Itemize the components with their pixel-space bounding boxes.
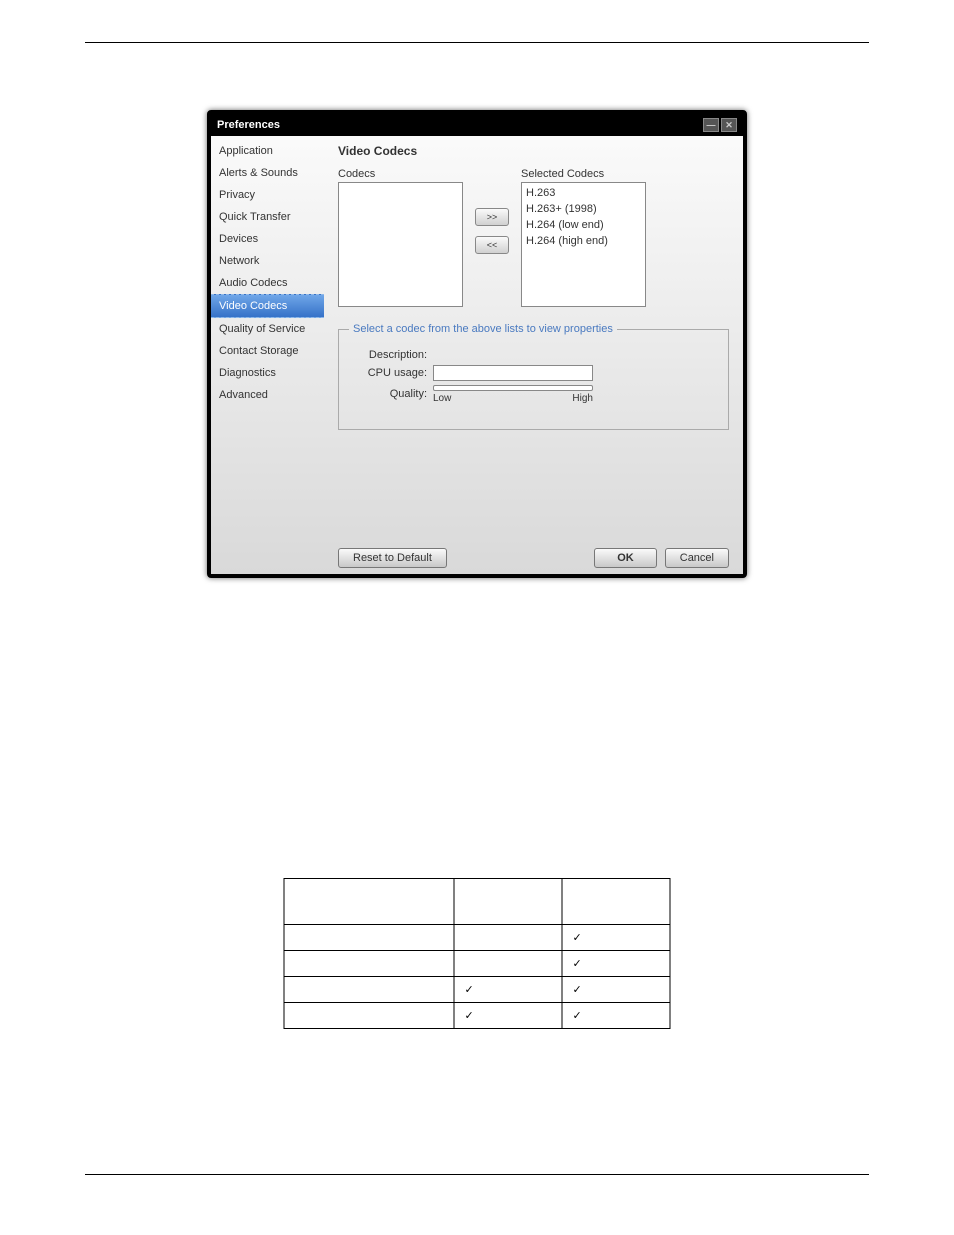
- header-rule: [85, 42, 869, 43]
- description-label: Description:: [349, 349, 427, 361]
- close-button[interactable]: ✕: [721, 118, 737, 132]
- sidebar: Application Alerts & Sounds Privacy Quic…: [211, 136, 324, 574]
- properties-legend: Select a codec from the above lists to v…: [349, 323, 617, 335]
- preferences-dialog: Preferences — ✕ Application Alerts & Sou…: [207, 110, 747, 578]
- list-item[interactable]: H.264 (high end): [526, 233, 641, 249]
- panel-heading: Video Codecs: [338, 144, 729, 158]
- list-item[interactable]: H.264 (low end): [526, 217, 641, 233]
- move-right-button[interactable]: >>: [475, 208, 509, 226]
- list-item[interactable]: H.263+ (1998): [526, 201, 641, 217]
- sidebar-item-video-codecs[interactable]: Video Codecs: [211, 294, 324, 318]
- table-header: [284, 879, 454, 925]
- table-header: [454, 879, 562, 925]
- codec-support-table: ✓ ✓ ✓ ✓ ✓ ✓: [284, 878, 671, 1029]
- titlebar: Preferences — ✕: [211, 114, 743, 136]
- sidebar-item-devices[interactable]: Devices: [211, 228, 324, 250]
- quality-label: Quality:: [349, 388, 427, 400]
- codecs-label: Codecs: [338, 168, 463, 180]
- table-row: ✓ ✓: [284, 1003, 670, 1029]
- cell: [454, 925, 562, 951]
- cpu-usage-label: CPU usage:: [349, 367, 427, 379]
- table-row: ✓: [284, 925, 670, 951]
- cell: ✓: [562, 1003, 670, 1029]
- selected-codecs-list[interactable]: H.263 H.263+ (1998) H.264 (low end) H.26…: [521, 182, 646, 307]
- sidebar-item-contact-storage[interactable]: Contact Storage: [211, 340, 324, 362]
- minimize-button[interactable]: —: [703, 118, 719, 132]
- sidebar-item-audio-codecs[interactable]: Audio Codecs: [211, 272, 324, 294]
- cpu-usage-field: [433, 365, 593, 381]
- quality-high-label: High: [572, 393, 593, 404]
- cell: ✓: [562, 951, 670, 977]
- quality-low-label: Low: [433, 393, 451, 404]
- window-title: Preferences: [217, 119, 280, 131]
- cell: ✓: [562, 925, 670, 951]
- codec-name: [284, 951, 454, 977]
- table-header: [562, 879, 670, 925]
- cancel-button[interactable]: Cancel: [665, 548, 729, 568]
- codec-properties-group: Select a codec from the above lists to v…: [338, 323, 729, 430]
- available-codecs-list[interactable]: [338, 182, 463, 307]
- sidebar-item-application[interactable]: Application: [211, 140, 324, 162]
- sidebar-item-alerts-sounds[interactable]: Alerts & Sounds: [211, 162, 324, 184]
- table-row: ✓: [284, 951, 670, 977]
- cell: [454, 951, 562, 977]
- list-item[interactable]: H.263: [526, 185, 641, 201]
- footer-rule: [85, 1174, 869, 1175]
- reset-to-default-button[interactable]: Reset to Default: [338, 548, 447, 568]
- sidebar-item-qos[interactable]: Quality of Service: [211, 318, 324, 340]
- cell: ✓: [562, 977, 670, 1003]
- sidebar-item-advanced[interactable]: Advanced: [211, 384, 324, 406]
- sidebar-item-diagnostics[interactable]: Diagnostics: [211, 362, 324, 384]
- ok-button[interactable]: OK: [594, 548, 657, 568]
- codec-name: [284, 925, 454, 951]
- codec-name: [284, 977, 454, 1003]
- move-left-button[interactable]: <<: [475, 236, 509, 254]
- quality-slider[interactable]: [433, 385, 593, 391]
- sidebar-item-privacy[interactable]: Privacy: [211, 184, 324, 206]
- sidebar-item-network[interactable]: Network: [211, 250, 324, 272]
- sidebar-item-quick-transfer[interactable]: Quick Transfer: [211, 206, 324, 228]
- cell: ✓: [454, 977, 562, 1003]
- selected-codecs-label: Selected Codecs: [521, 168, 646, 180]
- cell: ✓: [454, 1003, 562, 1029]
- main-panel: Video Codecs Codecs >> << Selected Codec…: [324, 136, 743, 574]
- codec-name: [284, 1003, 454, 1029]
- table-row: ✓ ✓: [284, 977, 670, 1003]
